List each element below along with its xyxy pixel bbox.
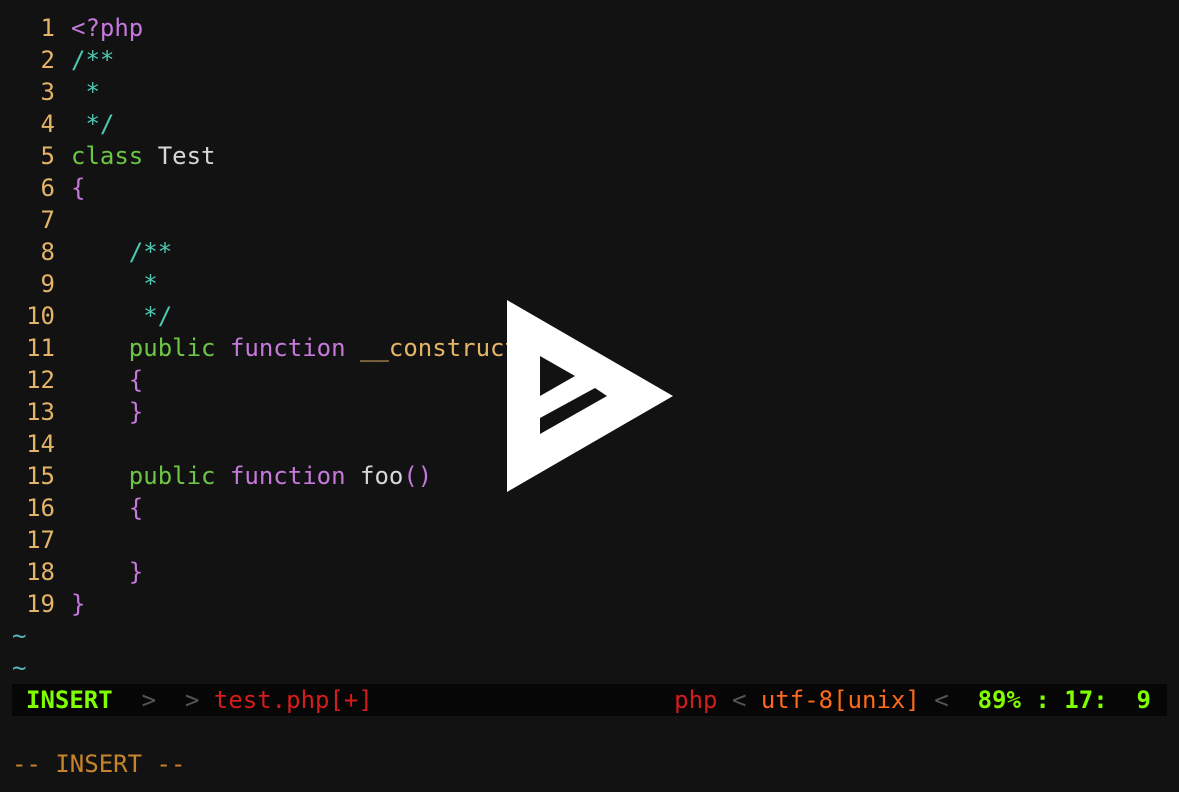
file-type: php (674, 686, 718, 714)
line-number: 15 (26, 462, 55, 490)
code-line[interactable]: 13 } (12, 396, 519, 428)
line-number: 11 (26, 334, 55, 362)
code-line[interactable]: 18 } (12, 556, 519, 588)
line-number: 16 (26, 494, 55, 522)
code-token: * (71, 78, 100, 106)
mode-indicator: INSERT (26, 686, 113, 714)
code-token: * (71, 270, 158, 298)
code-token: function (215, 462, 346, 490)
empty-line-marker: ~ (12, 654, 27, 682)
code-line[interactable]: 8 /** (12, 236, 519, 268)
code-line[interactable]: 11 public function __construct (12, 332, 519, 364)
line-number: 13 (26, 398, 55, 426)
editor-buffer[interactable]: 1 <?php 2/** 3 * 4 */5 class Test 6{7 8 /** 9 * 1… (12, 12, 519, 684)
cursor-position: 89% : 17: 9 (977, 686, 1151, 714)
code-token: /** (71, 46, 115, 74)
line-number: 10 (26, 302, 55, 330)
line-number: 12 (26, 366, 55, 394)
status-left: INSERT > > test.php[+] (26, 684, 373, 716)
code-line[interactable]: 9 * (12, 268, 519, 300)
separator-right-1: > (141, 686, 157, 714)
code-token: */ (71, 302, 173, 330)
line-number: 3 (40, 78, 55, 106)
status-line: INSERT > > test.php[+] php < utf-8[unix]… (12, 684, 1167, 716)
separator-left-2: < (934, 686, 949, 714)
file-encoding: utf-8[unix] (760, 686, 920, 714)
code-line[interactable]: 2 /** (12, 44, 519, 76)
line-number: 7 (40, 206, 55, 234)
code-token: { (71, 366, 144, 394)
line-number: 8 (40, 238, 55, 266)
code-line[interactable]: 19} (12, 588, 519, 620)
code-line[interactable]: 6{ (12, 172, 519, 204)
line-number: 1 (40, 14, 55, 42)
code-line[interactable]: 4 */ (12, 108, 519, 140)
code-token: } (71, 590, 86, 618)
code-token: } (71, 398, 144, 426)
separator-right-2: > (184, 686, 200, 714)
code-token: { (71, 174, 86, 202)
code-line[interactable]: 1 <?php (12, 12, 519, 44)
empty-line-marker: ~ (12, 622, 27, 650)
code-token: function (215, 334, 346, 362)
line-number: 17 (26, 526, 55, 554)
line-number: 14 (26, 430, 55, 458)
asciinema-play-icon (507, 300, 673, 492)
code-token: foo (345, 462, 404, 490)
code-token: __construct (345, 334, 519, 362)
code-token: public (71, 334, 216, 362)
code-token: { (71, 494, 144, 522)
code-line[interactable]: 17 (12, 524, 519, 556)
code-token: <?php (71, 14, 144, 42)
code-token: () (403, 462, 433, 490)
code-line[interactable]: 16 { (12, 492, 519, 524)
code-token: /** (71, 238, 173, 266)
file-name: test.php[+] (213, 686, 373, 714)
code-token: */ (71, 110, 115, 138)
line-number: 19 (26, 590, 55, 618)
line-number: 18 (26, 558, 55, 586)
code-token: public (71, 462, 216, 490)
code-line[interactable]: 15 public function foo() (12, 460, 519, 492)
code-line[interactable]: 7 (12, 204, 519, 236)
code-line[interactable]: 12 { (12, 364, 519, 396)
code-line[interactable]: 5 class Test (12, 140, 519, 172)
code-token: } (71, 558, 144, 586)
code-token: Test (143, 142, 216, 170)
line-number: 6 (40, 174, 55, 202)
separator-left-1: < (731, 686, 747, 714)
code-line[interactable]: 14 (12, 428, 519, 460)
line-number: 9 (40, 270, 55, 298)
code-line[interactable]: 3 * (12, 76, 519, 108)
line-number: 2 (40, 46, 55, 74)
code-line[interactable]: 10 */ (12, 300, 519, 332)
command-line[interactable]: -- INSERT -- (12, 748, 185, 780)
status-right: php < utf-8[unix] < 89% : 17: 9 (674, 684, 1151, 716)
code-token: class (71, 142, 144, 170)
play-button[interactable] (505, 298, 675, 494)
line-number: 4 (40, 110, 55, 138)
line-number: 5 (40, 142, 55, 170)
